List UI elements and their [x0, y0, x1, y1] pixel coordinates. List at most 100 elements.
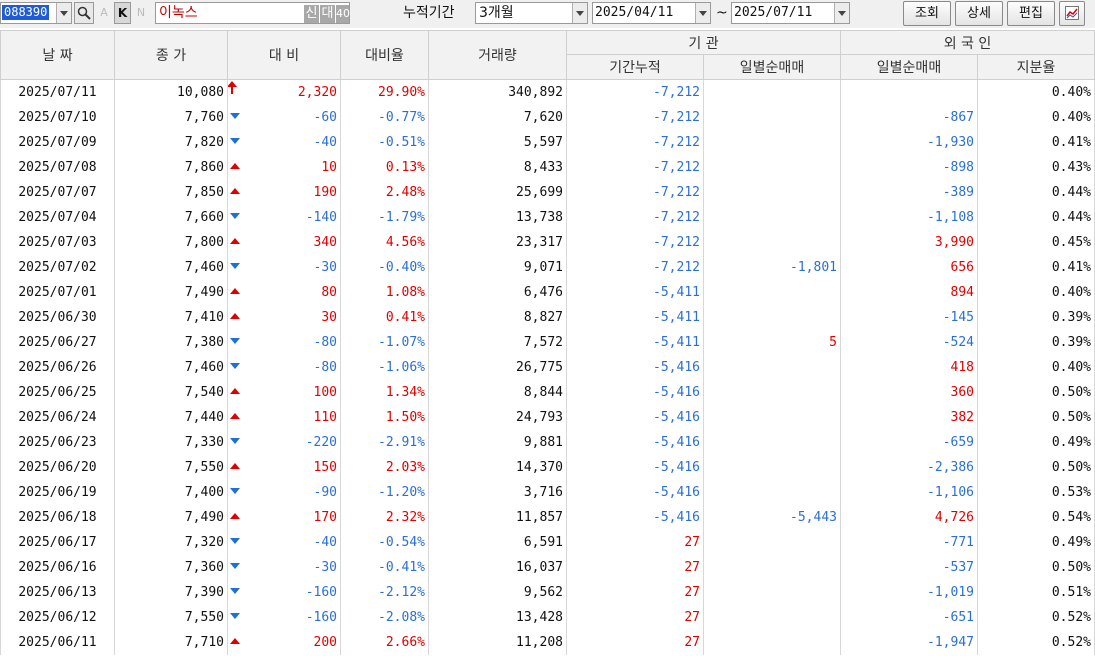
table-row[interactable]: 2025/07/02 7,460 -30 -0.40% 9,071 -7,212 -1,80…	[0, 255, 1095, 280]
down-arrow-icon	[230, 563, 240, 569]
table-row[interactable]: 2025/07/10 7,760 -60 -0.77% 7,620 -7,212 -867 0…	[0, 105, 1095, 130]
cell-date: 2025/06/11	[0, 630, 115, 655]
stock-code-dropdown-button[interactable]	[56, 3, 71, 23]
col-header-inst-daily[interactable]: 일별순매매	[703, 54, 841, 80]
detail-button[interactable]: 상세	[955, 1, 1003, 26]
cell-foreign-daily: 418	[840, 355, 978, 380]
cell-change-rate: -1.06%	[340, 355, 429, 380]
cell-date: 2025/06/30	[0, 305, 115, 330]
search-button[interactable]	[74, 2, 94, 24]
cell-close-value: 7,540	[184, 385, 224, 400]
period-dropdown-button[interactable]	[572, 3, 587, 23]
cell-date-value: 2025/06/25	[18, 385, 97, 400]
cell-close: 7,550	[114, 605, 228, 630]
col-header-date[interactable]: 날 짜	[0, 30, 115, 80]
col-header-inst-cum[interactable]: 기간누적	[566, 54, 704, 80]
cell-inst-daily	[703, 430, 841, 455]
cell-foreign-daily: -145	[840, 305, 978, 330]
cell-inst-daily	[703, 555, 841, 580]
table-row[interactable]: 2025/06/18 7,490 170 2.32% 11,857 -5,416 -5,44…	[0, 505, 1095, 530]
cell-foreign-ratio: 0.52%	[977, 605, 1095, 630]
cell-volume-value: 23,317	[516, 235, 563, 250]
cell-date-value: 2025/07/11	[18, 85, 97, 100]
table-row[interactable]: 2025/06/27 7,380 -80 -1.07% 7,572 -5,411 5 -524…	[0, 330, 1095, 355]
cell-foreign-ratio-value: 0.51%	[1051, 585, 1091, 600]
cell-inst-daily	[703, 405, 841, 430]
period-select[interactable]: 3개월	[475, 2, 588, 24]
cell-volume-value: 14,370	[516, 460, 563, 475]
cell-change: 190	[227, 180, 341, 205]
start-date-input[interactable]: 2025/04/11	[592, 2, 711, 24]
cell-date: 2025/06/17	[0, 530, 115, 555]
cell-volume: 7,572	[428, 330, 567, 355]
col-header-close[interactable]: 종 가	[114, 30, 228, 80]
end-date-input[interactable]: 2025/07/11	[731, 2, 850, 24]
col-group-institution: 기 관	[566, 30, 841, 55]
edit-button[interactable]: 편집	[1007, 1, 1055, 26]
table-row[interactable]: 2025/06/13 7,390 -160 -2.12% 9,562 27 -1,019 0.…	[0, 580, 1095, 605]
cell-inst-cum-value: -5,416	[653, 460, 700, 475]
cell-foreign-daily: -659	[840, 430, 978, 455]
cell-date: 2025/06/12	[0, 605, 115, 630]
stock-name-value: 이녹스	[159, 5, 198, 21]
cell-foreign-ratio: 0.39%	[977, 305, 1095, 330]
k-toggle[interactable]: K	[114, 2, 131, 24]
end-date-dropdown-button[interactable]	[834, 3, 849, 23]
cell-change-rate: -0.41%	[340, 555, 429, 580]
cell-change-rate-value: 1.08%	[385, 285, 425, 300]
table-row[interactable]: 2025/06/19 7,400 -90 -1.20% 3,716 -5,416 -1,10…	[0, 480, 1095, 505]
cell-volume: 340,892	[428, 79, 567, 105]
cell-foreign-daily-value: 894	[950, 285, 974, 300]
cell-foreign-ratio: 0.45%	[977, 230, 1095, 255]
table-row[interactable]: 2025/07/09 7,820 -40 -0.51% 5,597 -7,212 -1,93…	[0, 130, 1095, 155]
cell-volume-value: 16,037	[516, 560, 563, 575]
a-toggle[interactable]: A	[97, 4, 111, 22]
cell-inst-cum: 27	[566, 630, 704, 655]
cell-foreign-daily: -537	[840, 555, 978, 580]
cell-volume: 8,844	[428, 380, 567, 405]
cell-volume-value: 11,857	[516, 510, 563, 525]
col-header-foreign-ratio[interactable]: 지분율	[977, 54, 1095, 80]
table-row[interactable]: 2025/06/20 7,550 150 2.03% 14,370 -5,416 -2,38…	[0, 455, 1095, 480]
cell-inst-cum-value: -5,411	[653, 335, 700, 350]
upper-limit-arrow-icon	[228, 81, 237, 94]
cell-inst-daily	[703, 380, 841, 405]
n-toggle[interactable]: N	[134, 4, 148, 22]
table-row[interactable]: 2025/06/30 7,410 30 0.41% 8,827 -5,411 -145 0.3…	[0, 305, 1095, 330]
cell-foreign-daily-value: -1,930	[927, 135, 974, 150]
cell-volume-value: 9,071	[523, 260, 563, 275]
stock-name-field[interactable]: 이녹스 신 대 40	[155, 2, 350, 24]
col-header-change-rate[interactable]: 대비율	[340, 30, 429, 80]
col-header-volume[interactable]: 거래량	[428, 30, 567, 80]
cell-change-rate: -0.77%	[340, 105, 429, 130]
table-row[interactable]: 2025/06/24 7,440 110 1.50% 24,793 -5,416 382 0.…	[0, 405, 1095, 430]
table-row[interactable]: 2025/06/16 7,360 -30 -0.41% 16,037 27 -537 0.50…	[0, 555, 1095, 580]
cell-foreign-daily-value: -1,019	[927, 585, 974, 600]
cell-change-rate: 2.32%	[340, 505, 429, 530]
cell-inst-cum-value: 27	[684, 585, 700, 600]
table-row[interactable]: 2025/07/04 7,660 -140 -1.79% 13,738 -7,212 -1,…	[0, 205, 1095, 230]
col-header-foreign-daily[interactable]: 일별순매매	[840, 54, 978, 80]
cell-foreign-daily-value: 360	[950, 385, 974, 400]
cell-volume: 13,428	[428, 605, 567, 630]
table-row[interactable]: 2025/07/08 7,860 10 0.13% 8,433 -7,212 -898 0.4…	[0, 155, 1095, 180]
table-row[interactable]: 2025/06/17 7,320 -40 -0.54% 6,591 27 -771 0.49%	[0, 530, 1095, 555]
cell-close-value: 7,850	[184, 185, 224, 200]
table-row[interactable]: 2025/06/11 7,710 200 2.66% 11,208 27 -1,947 0.5…	[0, 630, 1095, 655]
table-row[interactable]: 2025/06/25 7,540 100 1.34% 8,844 -5,416 360 0.5…	[0, 380, 1095, 405]
chart-button[interactable]	[1059, 1, 1085, 26]
table-row[interactable]: 2025/06/23 7,330 -220 -2.91% 9,881 -5,416 -659…	[0, 430, 1095, 455]
cell-change-rate-value: -1.07%	[378, 335, 425, 350]
start-date-dropdown-button[interactable]	[695, 3, 710, 23]
query-button[interactable]: 조회	[903, 1, 951, 26]
table-row[interactable]: 2025/07/11 10,080 2,320 29.90% 340,892 -7,212…	[0, 79, 1095, 105]
cell-close: 7,710	[114, 630, 228, 655]
table-row[interactable]: 2025/06/26 7,460 -80 -1.06% 26,775 -5,416 418 0…	[0, 355, 1095, 380]
table-row[interactable]: 2025/07/01 7,490 80 1.08% 6,476 -5,411 894 0.40…	[0, 280, 1095, 305]
table-row[interactable]: 2025/07/07 7,850 190 2.48% 25,699 -7,212 -389 0…	[0, 180, 1095, 205]
table-row[interactable]: 2025/06/12 7,550 -160 -2.08% 13,428 27 -651 0.5…	[0, 605, 1095, 630]
table-row[interactable]: 2025/07/03 7,800 340 4.56% 23,317 -7,212 3,990…	[0, 230, 1095, 255]
stock-code-input[interactable]: 088390	[0, 2, 72, 24]
down-arrow-icon	[230, 438, 240, 444]
col-header-change[interactable]: 대 비	[227, 30, 341, 80]
